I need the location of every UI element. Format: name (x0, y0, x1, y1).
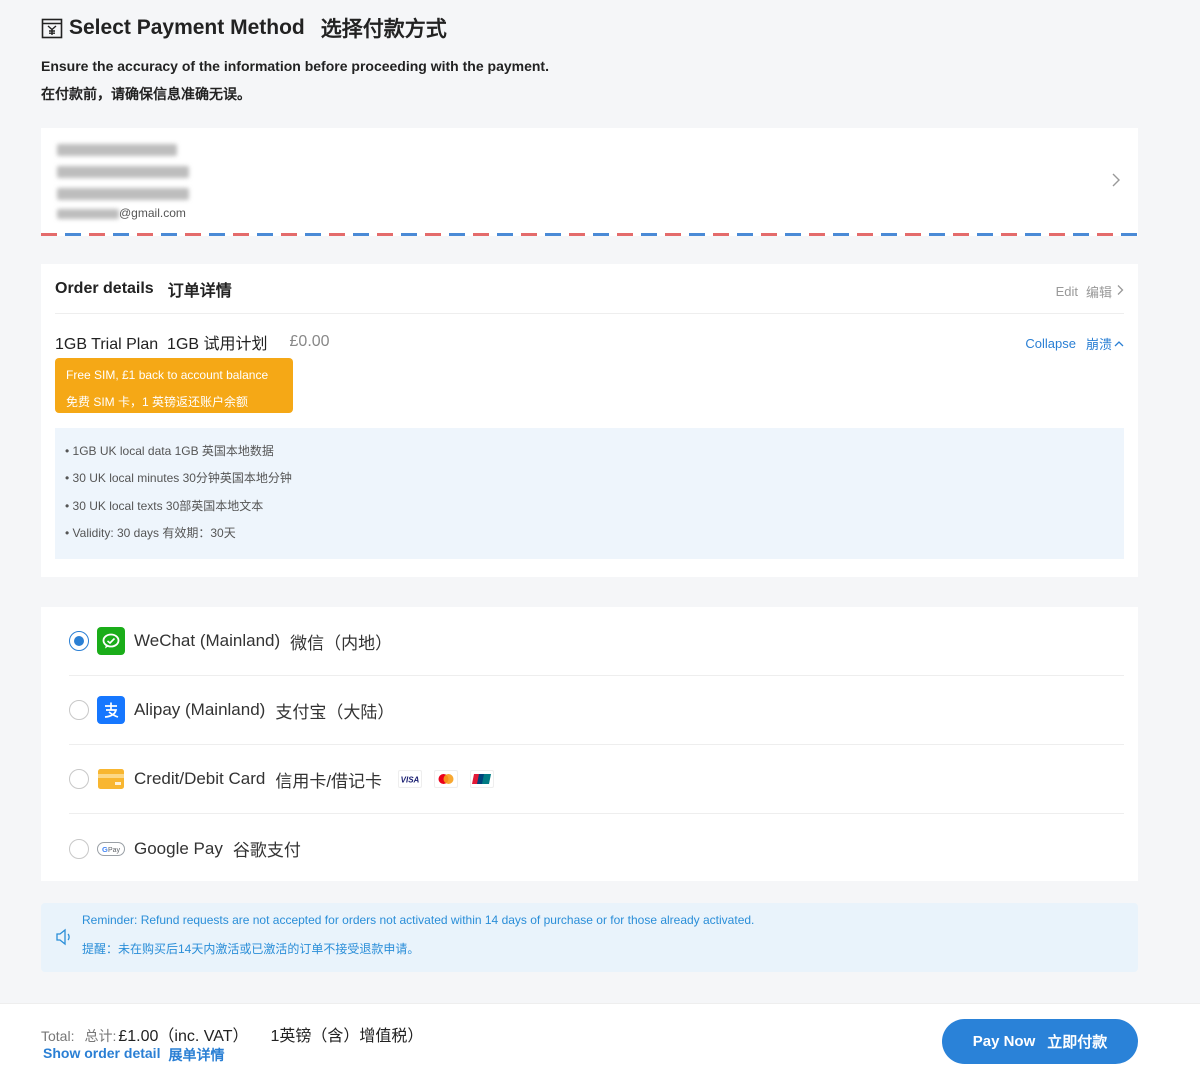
promo-line-cn: 免费 SIM 卡，1 英镑返还账户余额 (66, 395, 249, 409)
payment-label: Google Pay (134, 838, 223, 858)
payment-label: Alipay (Mainland) (134, 700, 266, 719)
redacted-name (57, 144, 177, 156)
plan-row: 1GB Trial Plan 1GB 试用计划 £0.00 Collapse 崩… (55, 331, 1124, 353)
google-pay-icon: G Pay (97, 835, 125, 863)
page-header: Select Payment Method 选择付款方式 Ensure the … (41, 14, 1141, 102)
yuan-receipt-icon (41, 17, 63, 39)
title-row: Select Payment Method 选择付款方式 (41, 14, 1141, 42)
mastercard-icon (434, 770, 459, 788)
radio-selected[interactable] (69, 631, 89, 651)
page-subtitle: Ensure the accuracy of the information b… (41, 58, 549, 74)
redacted-address-line (57, 166, 189, 178)
plan-name: 1GB Trial Plan 1GB 试用计划 (55, 336, 268, 353)
wechat-icon (97, 627, 125, 655)
radio-unselected[interactable] (69, 700, 89, 720)
feature-item: • 1GB UK local data 1GB 英国本地数据 (65, 444, 274, 458)
promo-line-en: Free SIM, £1 back to account balance (66, 368, 269, 382)
reminder-text: Reminder: Refund requests are not accept… (82, 913, 755, 927)
plan-price: £0.00 (289, 333, 330, 350)
promo-badge: Free SIM, £1 back to account balance 免费 … (55, 358, 293, 413)
svg-text:VISA: VISA (401, 776, 420, 785)
payment-label: Credit/Debit Card (134, 769, 266, 788)
page-title: Select Payment Method (69, 16, 305, 39)
payment-label: WeChat (Mainland) (134, 631, 281, 650)
total-amount-cn: 1英镑（含）增值税） (270, 1028, 424, 1045)
order-details-card: Order details 订单详情 Edit 编辑 1GB Trial Pla… (41, 264, 1138, 577)
visa-icon: VISA (398, 770, 423, 788)
total-label: Total: (41, 1028, 75, 1044)
collapse-label: Collapse (1025, 336, 1076, 351)
collapse-label-cn: 崩溃 (1085, 337, 1112, 352)
payment-methods-card: WeChat (Mainland) 微信（内地） Alipay (Mainlan… (41, 607, 1138, 881)
feature-item: • 30 UK local texts 30部英国本地文本 (65, 498, 264, 513)
reminder-text-cn: 提醒：未在购买后14天内激活或已激活的订单不接受退款申请。 (82, 942, 420, 956)
show-order-detail-link[interactable]: Show order detail 展单详情 (43, 1045, 224, 1065)
pay-now-label-cn: 立即付款 (1047, 1034, 1108, 1051)
checkout-footer: Total: 总计: £1.00（inc. VAT） 1英镑（含）增值税） Sh… (0, 1003, 1200, 1072)
payment-label-cn: 支付宝（大陆） (275, 702, 395, 722)
payment-label-cn: 信用卡/借记卡 (275, 771, 383, 791)
edit-label-cn: 编辑 (1085, 285, 1112, 300)
payment-label-cn: 微信（内地） (290, 633, 393, 653)
plan-features: • 1GB UK local data 1GB 英国本地数据 • 30 UK l… (55, 428, 1124, 559)
edit-order-link[interactable]: Edit 编辑 (1056, 282, 1124, 301)
edit-label: Edit (1055, 284, 1078, 299)
payment-option-card[interactable]: Credit/Debit Card 信用卡/借记卡 VISA (69, 745, 1124, 814)
total-row: Total: 总计: £1.00（inc. VAT） 1英镑（含）增值税） (41, 1022, 423, 1046)
collapse-toggle[interactable]: Collapse 崩溃 (1025, 334, 1124, 353)
payment-label-cn: 谷歌支付 (232, 841, 301, 860)
radio-unselected[interactable] (69, 769, 89, 789)
feature-item: • Validity: 30 days 有效期：30天 (65, 526, 236, 541)
payment-option-google-pay[interactable]: G Pay Google Pay 谷歌支付 (69, 814, 1124, 883)
show-detail-label: Show order detail (43, 1045, 161, 1061)
speaker-icon (55, 928, 75, 946)
page-title-cn: 选择付款方式 (320, 18, 447, 41)
order-header: Order details 订单详情 Edit 编辑 (55, 264, 1124, 314)
chevron-right-icon (1116, 284, 1124, 299)
email-suffix: @gmail.com (119, 206, 186, 220)
card-icon (97, 765, 125, 793)
order-title: Order details (55, 279, 154, 297)
radio-unselected[interactable] (69, 838, 89, 859)
feature-item: • 30 UK local minutes 30分钟英国本地分钟 (65, 471, 292, 486)
show-detail-label-cn: 展单详情 (168, 1047, 225, 1063)
airmail-border (41, 233, 1138, 236)
total-label-cn: 总计: (84, 1028, 117, 1044)
chevron-up-icon (1114, 336, 1124, 351)
page-subtitle-cn: 在付款前，请确保信息准确无误。 (41, 86, 251, 102)
pay-now-label: Pay Now (972, 1033, 1036, 1050)
redacted-email-prefix (57, 209, 119, 219)
svg-text:Pay: Pay (108, 847, 121, 854)
unionpay-icon (470, 770, 495, 788)
address-card[interactable]: @gmail.com (41, 128, 1138, 236)
refund-reminder: Reminder: Refund requests are not accept… (41, 903, 1138, 972)
payment-option-wechat[interactable]: WeChat (Mainland) 微信（内地） (69, 607, 1124, 676)
order-title-cn: 订单详情 (167, 282, 232, 300)
pay-now-button[interactable]: Pay Now 立即付款 (942, 1019, 1138, 1064)
payment-option-alipay[interactable]: Alipay (Mainland) 支付宝（大陆） (69, 676, 1124, 745)
total-amount: £1.00（inc. VAT） (118, 1028, 249, 1045)
redacted-address-line (57, 188, 189, 200)
chevron-right-icon (1110, 172, 1122, 188)
alipay-icon (97, 696, 125, 724)
